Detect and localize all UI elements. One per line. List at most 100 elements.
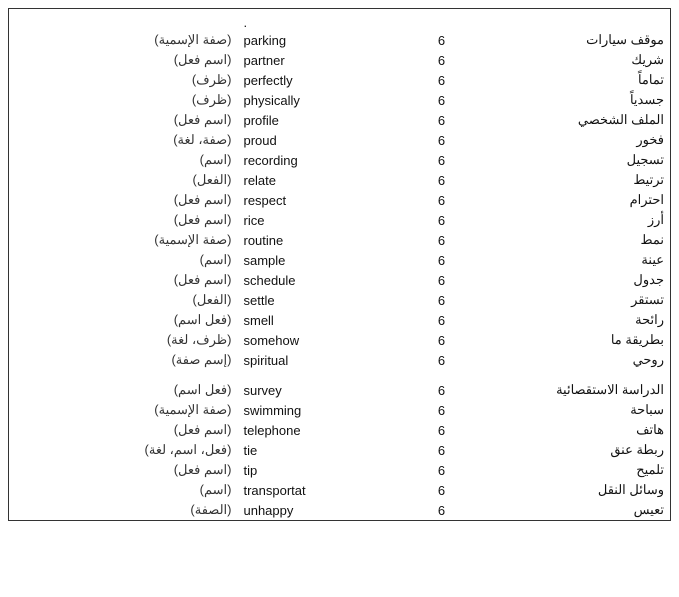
dot-arabic (466, 9, 670, 30)
table-row: (اسم فعل) profile 6 الملف الشخصي (9, 110, 670, 130)
word-number: 6 (417, 420, 466, 440)
table-row: (صفة الإسمية) parking 6 موقف سيارات (9, 30, 670, 50)
table-row: (اسم فعل) respect 6 احترام (9, 190, 670, 210)
spacer-row (9, 370, 670, 380)
arabic-word: أرز (466, 210, 670, 230)
table-row: (فعل اسم) survey 6 الدراسة الاستقصائية (9, 380, 670, 400)
arabic-label: (اسم فعل) (9, 420, 237, 440)
arabic-word: فخور (466, 130, 670, 150)
table-row: (فعل اسم) smell 6 رائحة (9, 310, 670, 330)
table-row: (الصفة) unhappy 6 تعيس (9, 500, 670, 520)
word-number: 6 (417, 50, 466, 70)
arabic-label: (صفة الإسمية) (9, 230, 237, 250)
english-word: transportat (237, 480, 417, 500)
word-number: 6 (417, 290, 466, 310)
dot-cell (9, 9, 237, 30)
table-row: (صفة، لغة) proud 6 فخور (9, 130, 670, 150)
arabic-word: رائحة (466, 310, 670, 330)
word-number: 6 (417, 90, 466, 110)
word-number: 6 (417, 380, 466, 400)
arabic-word: جسدياً (466, 90, 670, 110)
table-row: (اسم فعل) partner 6 شريك (9, 50, 670, 70)
word-number: 6 (417, 250, 466, 270)
table-row: (اسم) transportat 6 وسائل النقل (9, 480, 670, 500)
table-row: (اسم فعل) rice 6 أرز (9, 210, 670, 230)
vocabulary-table: . (صفة الإسمية) parking 6 موقف سيارات (ا… (8, 8, 671, 521)
word-number: 6 (417, 440, 466, 460)
english-word: respect (237, 190, 417, 210)
arabic-word: ربطة عنق (466, 440, 670, 460)
arabic-label: (الصفة) (9, 500, 237, 520)
arabic-label: (اسم) (9, 480, 237, 500)
arabic-word: الدراسة الاستقصائية (466, 380, 670, 400)
table-row: (صفة الإسمية) routine 6 نمط (9, 230, 670, 250)
arabic-label: (اسم) (9, 150, 237, 170)
word-number: 6 (417, 70, 466, 90)
english-word: spiritual (237, 350, 417, 370)
arabic-word: موقف سيارات (466, 30, 670, 50)
table-row: (اسم فعل) schedule 6 جدول (9, 270, 670, 290)
english-word: swimming (237, 400, 417, 420)
arabic-label: (صفة، لغة) (9, 130, 237, 150)
word-number: 6 (417, 30, 466, 50)
english-word: sample (237, 250, 417, 270)
word-number: 6 (417, 480, 466, 500)
arabic-word: هاتف (466, 420, 670, 440)
arabic-label: (اسم فعل) (9, 110, 237, 130)
table-row: (اسم) sample 6 عينة (9, 250, 670, 270)
table-row: (صفة الإسمية) swimming 6 سباحة (9, 400, 670, 420)
dot-english: . (237, 9, 417, 30)
arabic-word: الملف الشخصي (466, 110, 670, 130)
arabic-label: (اسم) (9, 250, 237, 270)
word-number: 6 (417, 350, 466, 370)
word-number: 6 (417, 230, 466, 250)
arabic-word: بطريقة ما (466, 330, 670, 350)
english-word: schedule (237, 270, 417, 290)
word-number: 6 (417, 460, 466, 480)
table-row: (الفعل) settle 6 تستقر (9, 290, 670, 310)
english-word: telephone (237, 420, 417, 440)
english-word: perfectly (237, 70, 417, 90)
dot-number (417, 9, 466, 30)
arabic-label: (ظرف) (9, 70, 237, 90)
english-word: unhappy (237, 500, 417, 520)
english-word: partner (237, 50, 417, 70)
table-row: (إسم صفة) spiritual 6 روحي (9, 350, 670, 370)
word-number: 6 (417, 190, 466, 210)
english-word: relate (237, 170, 417, 190)
english-word: physically (237, 90, 417, 110)
english-word: parking (237, 30, 417, 50)
word-number: 6 (417, 110, 466, 130)
table-row: (فعل، اسم، لغة) tie 6 ربطة عنق (9, 440, 670, 460)
table-row: (ظرف) perfectly 6 تماماً (9, 70, 670, 90)
table-row: (الفعل) relate 6 ترتيط (9, 170, 670, 190)
arabic-word: روحي (466, 350, 670, 370)
arabic-word: سباحة (466, 400, 670, 420)
english-word: survey (237, 380, 417, 400)
arabic-label: (الفعل) (9, 290, 237, 310)
arabic-label: (اسم فعل) (9, 190, 237, 210)
word-number: 6 (417, 210, 466, 230)
table-row: (ظرف) physically 6 جسدياً (9, 90, 670, 110)
arabic-label: (اسم فعل) (9, 460, 237, 480)
arabic-word: تلميح (466, 460, 670, 480)
arabic-word: جدول (466, 270, 670, 290)
table-row: (اسم) recording 6 تسجيل (9, 150, 670, 170)
arabic-label: (إسم صفة) (9, 350, 237, 370)
word-number: 6 (417, 150, 466, 170)
arabic-word: تستقر (466, 290, 670, 310)
arabic-label: (اسم فعل) (9, 270, 237, 290)
english-word: tip (237, 460, 417, 480)
arabic-word: احترام (466, 190, 670, 210)
word-number: 6 (417, 330, 466, 350)
english-word: routine (237, 230, 417, 250)
arabic-word: عينة (466, 250, 670, 270)
arabic-word: تعيس (466, 500, 670, 520)
word-number: 6 (417, 130, 466, 150)
arabic-label: (صفة الإسمية) (9, 30, 237, 50)
table-row: (اسم فعل) telephone 6 هاتف (9, 420, 670, 440)
english-word: smell (237, 310, 417, 330)
arabic-label: (فعل، اسم، لغة) (9, 440, 237, 460)
arabic-label: (فعل اسم) (9, 380, 237, 400)
english-word: proud (237, 130, 417, 150)
